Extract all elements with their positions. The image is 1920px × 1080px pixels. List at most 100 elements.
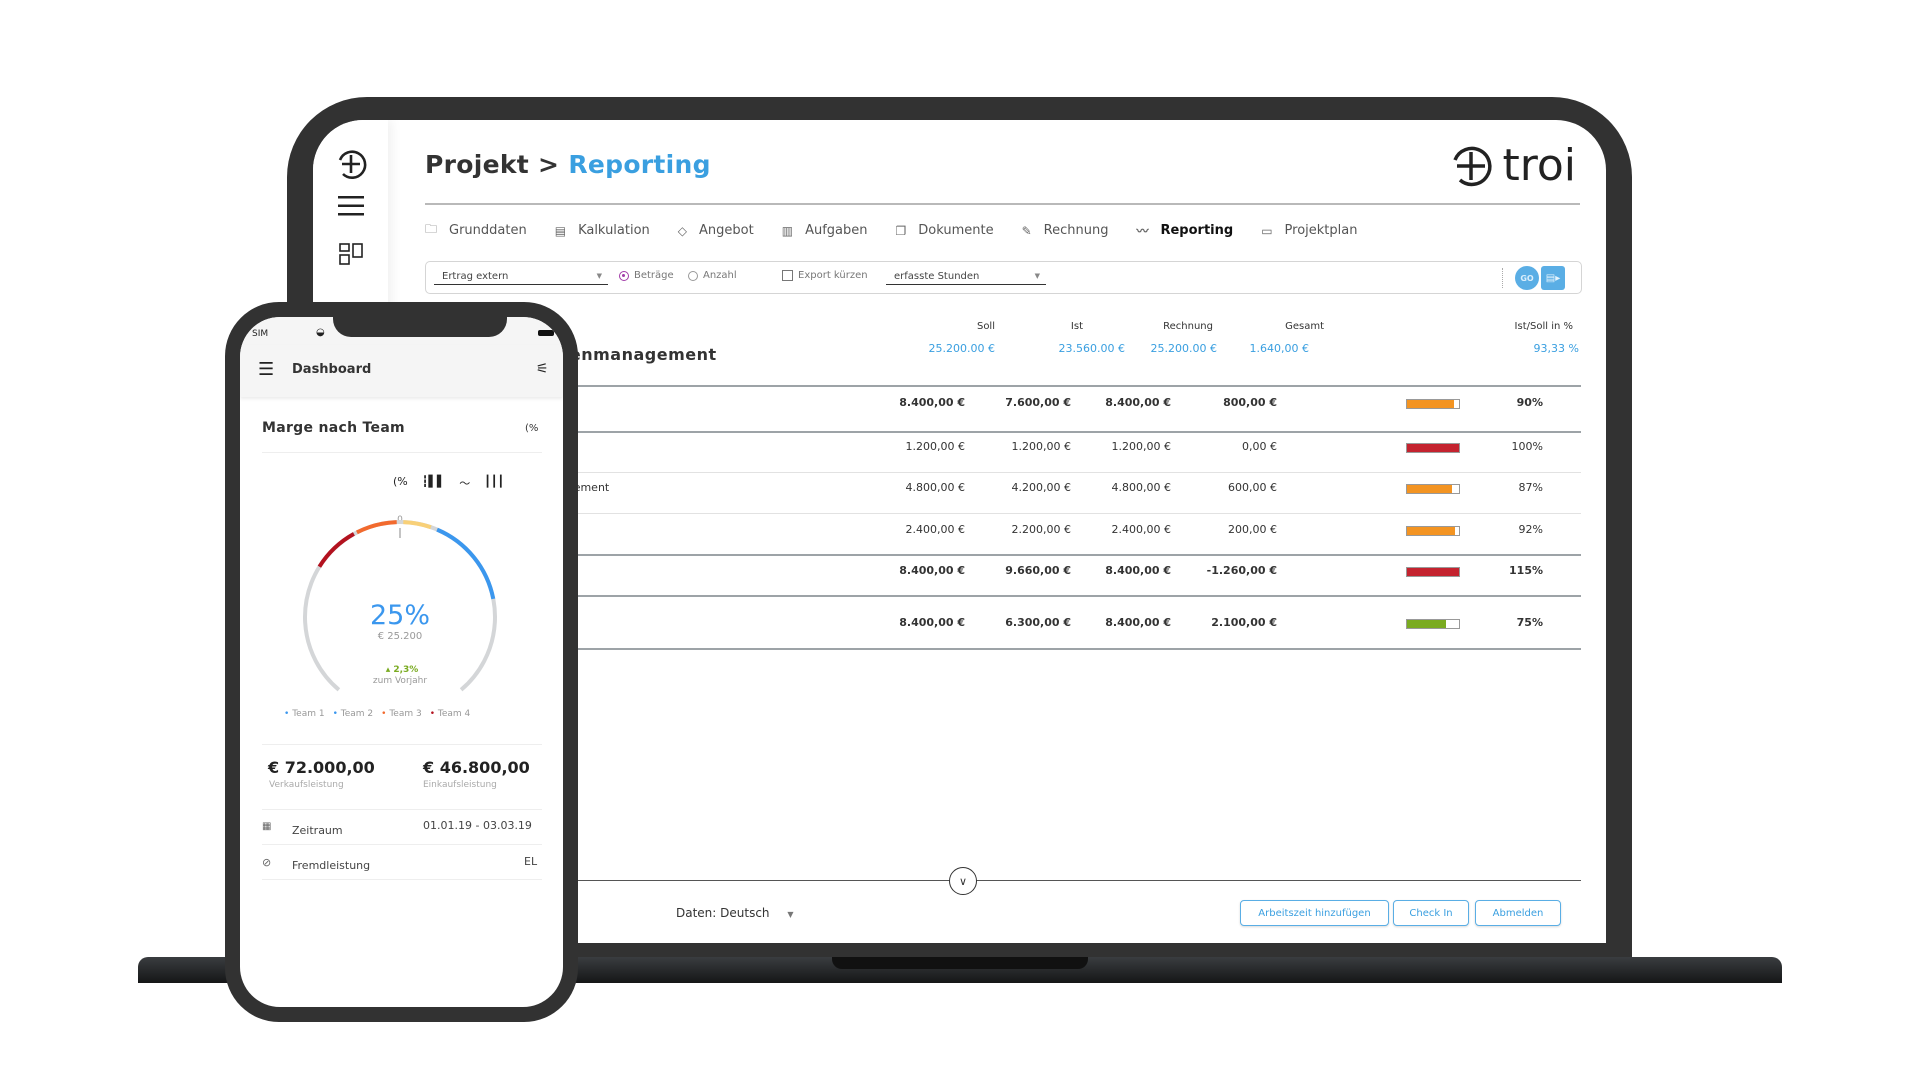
filter-sliders-icon[interactable]: ⚟ xyxy=(536,361,549,377)
tab-aufgaben[interactable]: ▥ Aufgaben xyxy=(782,220,868,241)
purchase-value: € 46.800,00 xyxy=(423,758,530,777)
row-divider xyxy=(473,648,1581,650)
tab-grunddaten[interactable]: 🗀 Grunddaten xyxy=(425,220,527,241)
cell-soll: 8.400,00 € xyxy=(899,396,965,409)
chart-type-switcher: (% ┇▌▌ 〜 ┃┃┃ xyxy=(393,475,504,491)
tab-dokumente[interactable]: ❐ Dokumente xyxy=(895,220,993,241)
row-divider xyxy=(473,513,1581,514)
gauge-percent-icon[interactable]: (% xyxy=(393,475,408,491)
cell-percent: 87% xyxy=(1518,481,1543,494)
table-row[interactable]: nagement 4.800,00 €4.200,00 €4.800,00 €60… xyxy=(473,481,1581,501)
folder-icon: 🗀 xyxy=(425,222,438,236)
cell-percent: 90% xyxy=(1516,396,1543,409)
check-in-button[interactable]: Check In xyxy=(1393,900,1469,926)
cell-ist: 2.200,00 € xyxy=(1011,523,1071,536)
col-header-rechnung: Rechnung xyxy=(1163,321,1213,332)
table-row[interactable]: r8.400,00 €9.660,00 €8.400,00 €-1.260,00… xyxy=(473,564,1581,584)
menu-icon[interactable] xyxy=(313,195,388,221)
cell-gesamt: 600,00 € xyxy=(1228,481,1277,494)
breadcrumb-root[interactable]: Projekt xyxy=(425,150,529,179)
calendar-icon: ▭ xyxy=(1261,223,1273,238)
troi-logo: troi xyxy=(1448,140,1576,191)
divider xyxy=(1502,268,1503,288)
carrier-label: SIM xyxy=(252,329,269,339)
tab-kalkulation[interactable]: ▤ Kalkulation xyxy=(555,220,650,241)
row-divider xyxy=(473,431,1581,433)
type-select[interactable]: Ertrag extern ▼ xyxy=(434,268,608,285)
documents-icon: ❐ xyxy=(895,223,907,238)
table-row[interactable]: 8.400,00 € 6.300,00 € 8.400,00 € 2.100,00 €… xyxy=(473,616,1581,636)
cell-percent: 75% xyxy=(1516,616,1543,629)
column-chart-icon[interactable]: ┃┃┃ xyxy=(484,475,504,491)
tab-angebot[interactable]: ◇ Angebot xyxy=(678,220,754,241)
legend-item: • Team 3 xyxy=(381,709,422,719)
go-button[interactable]: GO xyxy=(1515,266,1539,290)
progress-bar xyxy=(1406,567,1460,577)
divider xyxy=(262,452,542,453)
header-divider xyxy=(425,203,1580,205)
cell-rechnung: 8.400,00 € xyxy=(1105,396,1171,409)
radio-count[interactable]: Anzahl xyxy=(688,270,737,281)
troi-logo-icon[interactable] xyxy=(313,147,388,185)
table-row[interactable]: zept2.400,00 €2.200,00 €2.400,00 €200,00… xyxy=(473,523,1581,543)
tag-icon: ⊘ xyxy=(262,856,272,869)
export-shorten-checkbox[interactable]: Export kürzen xyxy=(782,270,868,281)
battery-icon xyxy=(538,330,554,336)
progress-fill xyxy=(1407,527,1455,535)
col-header-ist-soll: Ist/Soll in % xyxy=(1514,321,1573,332)
chevron-down-icon: ∨ xyxy=(958,874,968,888)
cell-ist: 1.200,00 € xyxy=(1011,440,1071,453)
tag-icon: ◇ xyxy=(677,223,688,238)
progress-bar xyxy=(1406,399,1460,409)
gauge-delta-label: zum Vorjahr xyxy=(373,676,427,686)
cell-ist: 6.300,00 € xyxy=(1005,616,1071,629)
data-language-select[interactable]: Daten: Deutsch ▼ xyxy=(676,906,794,920)
gauge-segment-team-3 xyxy=(355,520,397,535)
cell-rechnung: 1.200,00 € xyxy=(1111,440,1171,453)
collapse-button[interactable]: ∨ xyxy=(949,867,977,895)
cell-soll: 1.200,00 € xyxy=(905,440,965,453)
table-row[interactable]: ng1.200,00 €1.200,00 €1.200,00 €0,00 €10… xyxy=(473,440,1581,460)
purchase-label: Einkaufsleistung xyxy=(423,780,497,790)
table-row[interactable]: 8.400,00 € 7.600,00 € 8.400,00 € 800,00 € 90… xyxy=(473,396,1581,416)
line-chart-icon[interactable]: 〜 xyxy=(459,475,470,491)
app-bar: ☰ Dashboard ⚟ xyxy=(240,345,563,397)
logout-button[interactable]: Abmelden xyxy=(1475,900,1561,926)
dashboard-icon[interactable] xyxy=(313,242,388,270)
chevron-down-icon: ▼ xyxy=(787,910,794,919)
wifi-icon: ◒ xyxy=(316,327,325,338)
chevron-down-icon: ▼ xyxy=(596,272,602,280)
row-divider xyxy=(473,595,1581,597)
phone-screen: SIM ◒ 15:02 ☰ Dashboard ⚟ Marge nach Tea… xyxy=(240,317,563,1007)
project-tabs: 🗀 Grunddaten ▤ Kalkulation ◇ Angebot ▥ Aufga… xyxy=(425,220,1385,241)
progress-fill xyxy=(1407,620,1446,628)
progress-fill xyxy=(1407,400,1454,408)
progress-bar xyxy=(1406,526,1460,536)
radio-unselected-icon xyxy=(688,270,698,281)
card-title: Marge nach Team xyxy=(262,420,405,436)
cell-soll: 8.400,00 € xyxy=(899,564,965,577)
tab-reporting[interactable]: 〰 Reporting xyxy=(1136,220,1233,241)
tab-projektplan[interactable]: ▭ Projektplan xyxy=(1261,220,1357,241)
gauge-delta: ▴ 2,3% xyxy=(386,665,419,675)
filter-bar: Ertrag extern ▼ Beträge Anzahl Export kür… xyxy=(425,261,1582,294)
bar-chart-icon[interactable]: ┇▌▌ xyxy=(422,475,446,491)
progress-bar xyxy=(1406,443,1460,453)
row-divider xyxy=(473,554,1581,556)
cell-soll: 4.800,00 € xyxy=(905,481,965,494)
progress-fill xyxy=(1407,568,1459,576)
export-button[interactable]: ▤▸ xyxy=(1541,266,1565,290)
hours-select[interactable]: erfasste Stunden ▼ xyxy=(886,268,1046,285)
gauge-legend: • Team 1 • Team 2 • Team 3 • Team 4 xyxy=(284,709,470,719)
divider xyxy=(262,744,542,745)
add-worktime-button[interactable]: Arbeitszeit hinzufügen xyxy=(1240,900,1389,926)
progress-bar xyxy=(1406,484,1460,494)
menu-icon[interactable]: ☰ xyxy=(258,359,274,380)
gauge-percent-icon[interactable]: (% xyxy=(525,423,538,434)
total-soll: 25.200.00 € xyxy=(928,342,995,355)
phone-frame: SIM ◒ 15:02 ☰ Dashboard ⚟ Marge nach Tea… xyxy=(225,302,578,1022)
progress-fill xyxy=(1407,444,1459,452)
tab-rechnung[interactable]: ✎ Rechnung xyxy=(1022,220,1109,241)
report-title: nenmanagement xyxy=(558,345,717,364)
radio-amounts[interactable]: Beträge xyxy=(619,270,674,281)
